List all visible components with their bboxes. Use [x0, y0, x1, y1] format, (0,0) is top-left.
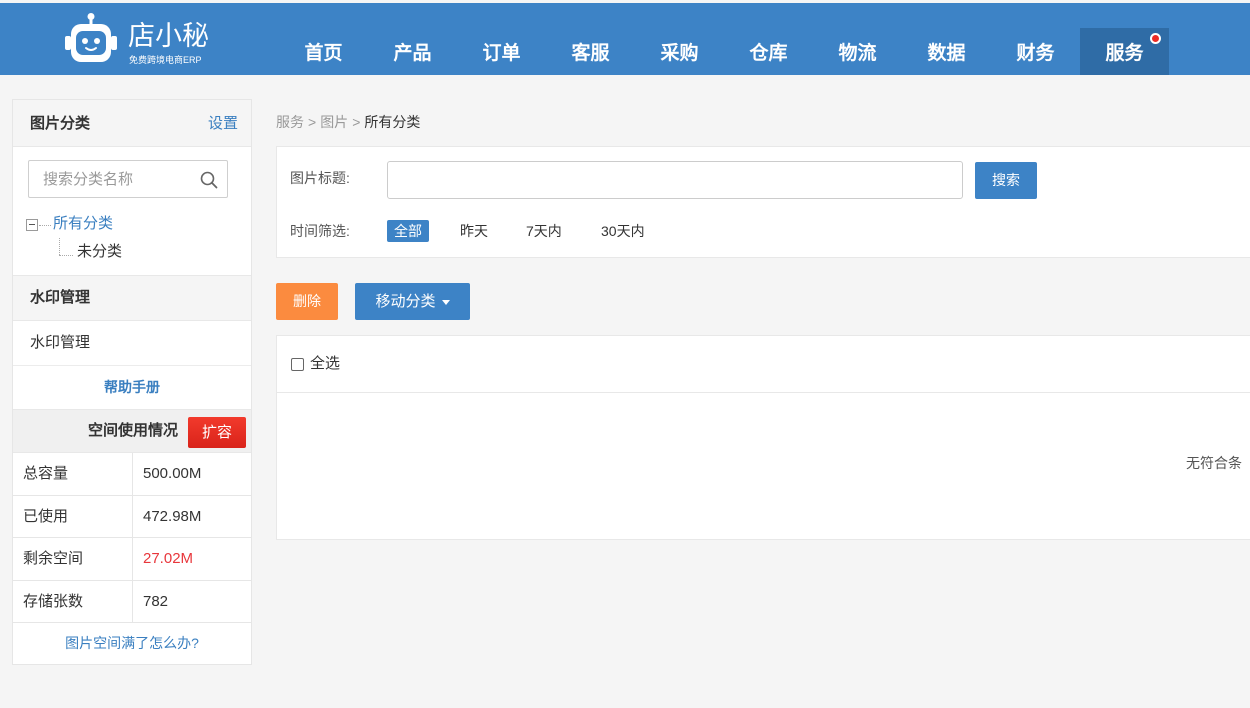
logo-tagline: 免费跨境电商ERP — [129, 55, 202, 65]
storage-panel-header: 空间使用情况 扩容 — [13, 409, 251, 453]
notification-dot — [1150, 33, 1161, 44]
category-panel-title: 图片分类 — [30, 115, 91, 132]
storage-table: 总容量 500.00M 已使用 472.98M 剩余空间 27.02M 存储张数… — [13, 453, 251, 623]
search-icon[interactable] — [200, 171, 218, 189]
select-all-checkbox[interactable] — [291, 358, 304, 371]
nav-item-finance[interactable]: 财务 — [991, 28, 1080, 75]
nav-item-orders[interactable]: 订单 — [457, 28, 546, 75]
chevron-down-icon — [441, 299, 450, 305]
tree-connector — [39, 225, 51, 226]
category-search-input[interactable] — [29, 161, 227, 197]
watermark-management-link[interactable]: 水印管理 — [13, 321, 251, 366]
storage-used-value: 472.98M — [143, 507, 202, 525]
storage-count-value: 782 — [143, 592, 169, 610]
table-row: 剩余空间 27.02M — [13, 538, 251, 581]
top-navigation-bar: 店小秘 免费跨境电商ERP 首页 产品 订单 客服 采购 仓库 物流 数据 财务… — [0, 3, 1250, 75]
category-panel-header: 图片分类 设置 — [13, 100, 251, 147]
storage-total-value: 500.00M — [143, 465, 202, 482]
watermark-panel-header: 水印管理 — [13, 275, 251, 321]
storage-remaining-label: 剩余空间 — [13, 538, 133, 580]
help-manual-link[interactable]: 帮助手册 — [13, 366, 251, 409]
empty-results-message: 无符合条 — [1186, 455, 1242, 471]
table-row: 总容量 500.00M — [13, 453, 251, 496]
storage-remaining-value: 27.02M — [143, 550, 194, 567]
move-category-button[interactable]: 移动分类 — [355, 283, 470, 320]
time-filter-yesterday[interactable]: 昨天 — [460, 220, 488, 242]
nav-item-home[interactable]: 首页 — [279, 28, 368, 75]
sidebar: 图片分类 设置 所有分类 未分类 水印管理 水印管理 帮助手册 空间使用情况 扩… — [12, 99, 252, 665]
results-panel: 全选 无符合条 — [276, 335, 1250, 540]
storage-used-label: 已使用 — [13, 495, 133, 537]
tree-item-all-categories[interactable]: 所有分类 — [53, 214, 113, 234]
robot-logo-icon[interactable] — [64, 12, 118, 66]
results-header: 全选 — [277, 336, 1250, 393]
time-filter-label: 时间筛选: — [290, 223, 350, 239]
nav-item-services[interactable]: 服务 — [1080, 28, 1169, 75]
storage-total-label: 总容量 — [13, 453, 133, 495]
nav-item-data[interactable]: 数据 — [902, 28, 991, 75]
logo-name[interactable]: 店小秘 — [128, 21, 209, 51]
table-row: 存储张数 782 — [13, 580, 251, 623]
storage-panel-title: 空间使用情况 — [87, 422, 178, 439]
nav-item-warehouse[interactable]: 仓库 — [724, 28, 813, 75]
move-category-label: 移动分类 — [375, 293, 436, 310]
nav-item-services-label: 服务 — [1105, 43, 1144, 64]
time-filter-all[interactable]: 全部 — [387, 220, 429, 242]
tree-item-uncategorized[interactable]: 未分类 — [77, 242, 122, 262]
image-title-label: 图片标题: — [290, 170, 350, 186]
time-filter-30-days[interactable]: 30天内 — [601, 220, 645, 242]
search-button[interactable]: 搜索 — [975, 162, 1037, 199]
storage-full-help-link[interactable]: 图片空间满了怎么办? — [13, 623, 251, 664]
nav-item-purchasing[interactable]: 采购 — [635, 28, 724, 75]
breadcrumb: 服务 > 图片 > 所有分类 — [276, 113, 420, 131]
nav-item-customer-service[interactable]: 客服 — [546, 28, 635, 75]
tree-connector — [59, 238, 60, 255]
category-search-box — [28, 160, 228, 198]
select-all-label[interactable]: 全选 — [310, 354, 340, 374]
image-title-input[interactable] — [387, 161, 963, 199]
filter-panel: 图片标题: 搜索 时间筛选: 全部 昨天 7天内 30天内 — [276, 146, 1250, 258]
expand-storage-button[interactable]: 扩容 — [188, 417, 246, 448]
tree-collapse-icon[interactable] — [26, 219, 38, 231]
main-nav: 首页 产品 订单 客服 采购 仓库 物流 数据 财务 服务 — [279, 28, 1169, 75]
breadcrumb-item-current: 所有分类 — [364, 114, 421, 130]
nav-item-products[interactable]: 产品 — [368, 28, 457, 75]
breadcrumb-item-services[interactable]: 服务 — [276, 114, 304, 130]
delete-button[interactable]: 删除 — [276, 283, 338, 320]
time-filter-7-days[interactable]: 7天内 — [526, 220, 562, 242]
breadcrumb-separator: > — [352, 114, 361, 130]
storage-count-label: 存储张数 — [13, 580, 133, 622]
tree-connector — [59, 255, 73, 256]
breadcrumb-separator: > — [308, 114, 317, 130]
category-settings-link[interactable]: 设置 — [208, 100, 238, 147]
watermark-panel-title: 水印管理 — [30, 289, 91, 306]
table-row: 已使用 472.98M — [13, 495, 251, 538]
nav-item-logistics[interactable]: 物流 — [813, 28, 902, 75]
breadcrumb-item-images[interactable]: 图片 — [320, 114, 348, 130]
